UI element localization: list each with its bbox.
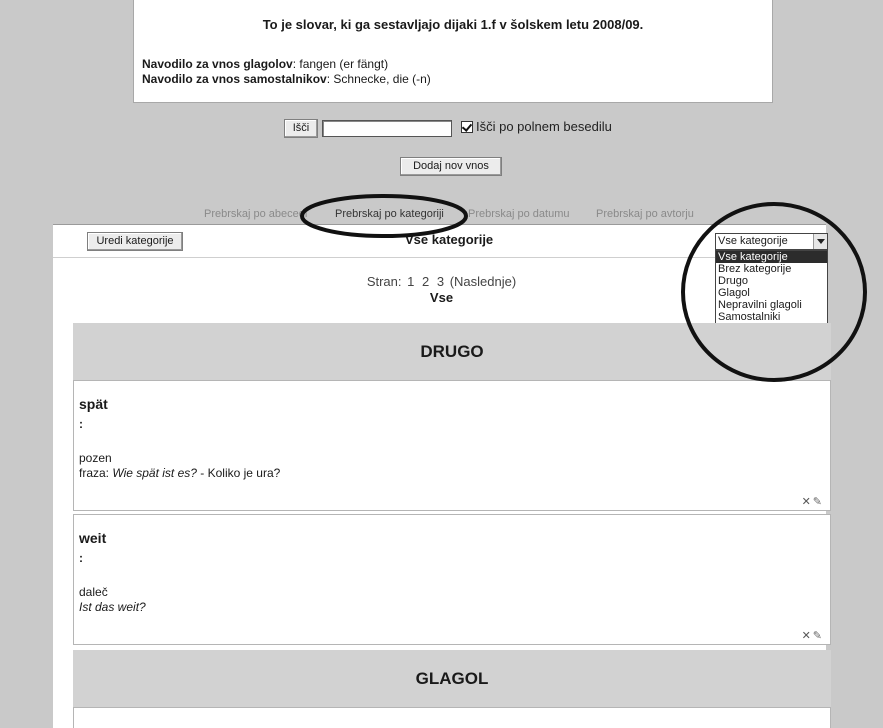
- tab-browse-alphabet[interactable]: Prebrskaj po abecedi: [204, 208, 307, 220]
- search-input[interactable]: [322, 120, 452, 137]
- category-header: GLAGOL: [73, 650, 831, 707]
- entry-definition: pozen: [79, 451, 112, 465]
- fulltext-checkbox[interactable]: [461, 121, 473, 133]
- tab-browse-author[interactable]: Prebrskaj po avtorju: [596, 208, 694, 220]
- glossary-entry: [73, 707, 831, 728]
- example-phrase: Ist das weit?: [79, 600, 146, 614]
- glossary-entry: spät : pozen fraza: Wie spät ist es? - K…: [73, 380, 831, 511]
- entry-word: spät: [79, 396, 108, 412]
- category-select[interactable]: Vse kategorije: [715, 233, 828, 250]
- entry-example: fraza: Wie spät ist es? - Koliko je ura?: [79, 466, 280, 480]
- category-option[interactable]: Samostalniki: [716, 311, 827, 323]
- edit-categories-button[interactable]: Uredi kategorije: [87, 232, 183, 251]
- next-page-link[interactable]: (Naslednje): [450, 274, 516, 289]
- search-button[interactable]: Išči: [284, 119, 318, 138]
- add-entry-button[interactable]: Dodaj nov vnos: [400, 157, 502, 176]
- intro-box: To je slovar, ki ga sestavljajo dijaki 1…: [133, 0, 773, 103]
- entry-colon: :: [79, 417, 83, 431]
- page-link[interactable]: 2: [422, 274, 429, 289]
- pagination: Stran: 1 2 3 (Naslednje): [0, 274, 883, 289]
- nouns-instruction-label: Navodilo za vnos samostalnikov: [142, 72, 327, 86]
- nouns-instruction-value: : Schnecke, die (-n): [326, 72, 431, 86]
- example-translation: - Koliko je ura?: [196, 466, 281, 480]
- tab-browse-category[interactable]: Prebrskaj po kategoriji: [335, 208, 444, 220]
- tab-browse-date[interactable]: Prebrskaj po datumu: [468, 208, 570, 220]
- page-link[interactable]: 3: [437, 274, 444, 289]
- delete-icon[interactable]: ✕: [802, 496, 811, 508]
- edit-icon[interactable]: ✎: [813, 496, 822, 508]
- intro-title: To je slovar, ki ga sestavljajo dijaki 1…: [262, 17, 644, 32]
- current-page-label: Vse: [429, 290, 454, 305]
- nouns-instruction: Navodilo za vnos samostalnikov: Schnecke…: [142, 72, 431, 86]
- verbs-instruction-value: : fangen (er fängt): [292, 57, 389, 71]
- fulltext-label: Išči po polnem besedilu: [476, 119, 612, 134]
- edit-icon[interactable]: ✎: [813, 630, 822, 642]
- verbs-instruction: Navodilo za vnos glagolov: fangen (er fä…: [142, 57, 388, 71]
- delete-icon[interactable]: ✕: [802, 630, 811, 642]
- example-phrase: Wie spät ist es?: [112, 466, 197, 480]
- example-prefix: fraza:: [79, 466, 113, 480]
- verbs-instruction-label: Navodilo za vnos glagolov: [142, 57, 293, 71]
- glossary-entry: weit : daleč Ist das weit? ✕ ✎: [73, 514, 831, 645]
- page-link[interactable]: 1: [407, 274, 414, 289]
- toolbar-divider: [53, 257, 826, 258]
- entry-actions: ✕ ✎: [802, 495, 822, 508]
- entry-colon: :: [79, 551, 83, 565]
- category-header: DRUGO: [73, 323, 831, 380]
- entry-example: Ist das weit?: [79, 600, 146, 614]
- chevron-down-icon[interactable]: [813, 234, 827, 249]
- category-heading: Vse kategorije: [405, 232, 494, 247]
- entry-definition: daleč: [79, 585, 108, 599]
- entry-word: weit: [79, 530, 107, 546]
- category-option[interactable]: Vse kategorije: [716, 251, 827, 263]
- category-select-value: Vse kategorije: [718, 235, 788, 247]
- pagination-label: Stran:: [366, 274, 402, 289]
- entry-actions: ✕ ✎: [802, 629, 822, 642]
